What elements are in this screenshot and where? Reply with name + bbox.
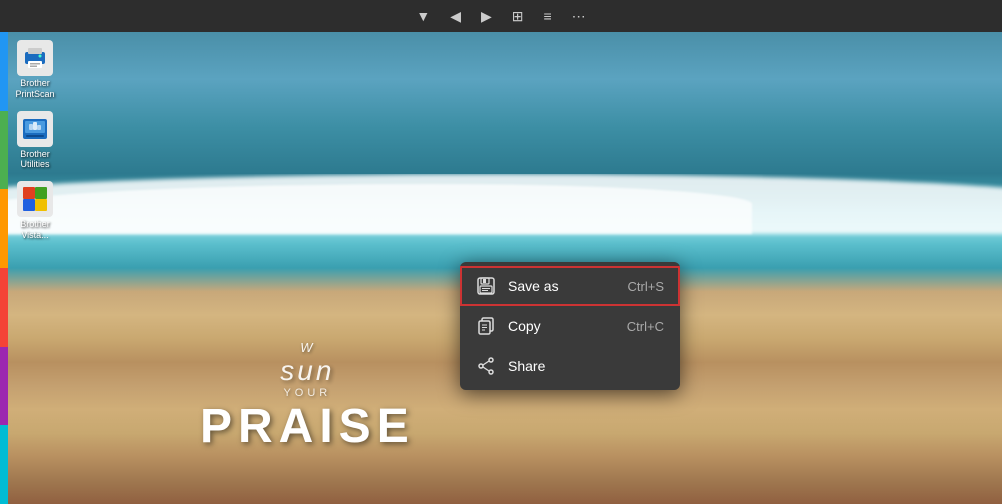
toolbar-prev-icon[interactable]: ◀ [444, 4, 467, 29]
share-svg [477, 357, 495, 375]
desktop-icon-brother-vista[interactable]: Brother Vista... [5, 178, 65, 244]
desktop-icons-sidebar: Brother PrintScan Brother Utilities [0, 32, 70, 504]
copy-shortcut: Ctrl+C [627, 319, 664, 334]
brother-vista-icon-image [17, 181, 53, 217]
main-area: W sun YOUR PRAISE Brother PrintScan [0, 32, 1002, 504]
save-as-label: Save as [508, 278, 616, 294]
save-as-shortcut: Ctrl+S [628, 279, 664, 294]
stripe-cyan [0, 425, 8, 504]
stripe-green [0, 111, 8, 190]
brother-utilities-icon-image [17, 111, 53, 147]
top-toolbar: ▼ ◀ ▶ ⊞ ≡ ⋯ [0, 0, 1002, 32]
desktop-icon-brother-utilities[interactable]: Brother Utilities [5, 108, 65, 174]
stripe-blue [0, 32, 8, 111]
brother-print-icon-image [17, 40, 53, 76]
floppy-disk-svg [477, 277, 495, 295]
copy-svg [477, 317, 495, 335]
context-menu-item-share[interactable]: Share [460, 346, 680, 386]
brother-utilities-svg [21, 115, 49, 143]
beach-text-sun: sun [200, 355, 415, 387]
context-menu-item-save-as[interactable]: Save as Ctrl+S [460, 266, 680, 306]
desktop-icon-brother-print[interactable]: Brother PrintScan [5, 37, 65, 103]
brother-print-svg [21, 44, 49, 72]
beach-text-praise: PRAISE [200, 399, 415, 454]
left-color-stripe [0, 32, 8, 504]
copy-label: Copy [508, 318, 615, 334]
save-as-icon [476, 276, 496, 296]
copy-icon [476, 316, 496, 336]
stripe-orange [0, 189, 8, 268]
context-menu: Save as Ctrl+S Copy Ctrl+C [460, 262, 680, 390]
toolbar-zoom-icon[interactable]: ⋯ [566, 4, 592, 29]
stripe-purple [0, 347, 8, 426]
beach-overlay-text: W sun YOUR PRAISE [200, 340, 415, 454]
brother-vista-svg [21, 185, 49, 213]
brother-print-label: Brother PrintScan [8, 78, 62, 100]
wave-2 [0, 184, 752, 234]
toolbar-next-icon[interactable]: ▶ [475, 4, 498, 29]
share-icon [476, 356, 496, 376]
toolbar-center: ▼ ◀ ▶ ⊞ ≡ ⋯ [410, 4, 591, 29]
toolbar-menu-icon[interactable]: ≡ [537, 4, 557, 28]
share-label: Share [508, 358, 652, 374]
brother-utilities-label: Brother Utilities [8, 149, 62, 171]
brother-vista-label: Brother Vista... [8, 219, 62, 241]
beach-text-your: YOUR [200, 387, 415, 399]
beach-text-w: W [200, 340, 415, 355]
stripe-red [0, 268, 8, 347]
toolbar-grid-icon[interactable]: ⊞ [506, 4, 530, 29]
toolbar-down-icon[interactable]: ▼ [410, 4, 436, 28]
context-menu-item-copy[interactable]: Copy Ctrl+C [460, 306, 680, 346]
